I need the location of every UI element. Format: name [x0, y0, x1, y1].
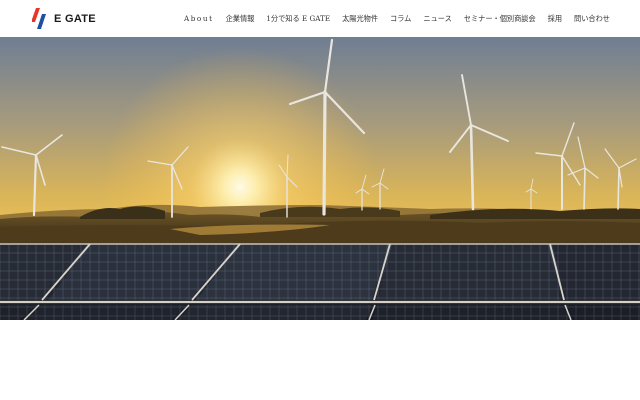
nav-about[interactable]: About — [184, 14, 214, 23]
logo-mark-icon — [32, 8, 46, 29]
nav-solar-properties[interactable]: 太陽光物件 — [342, 14, 378, 24]
content-area — [0, 320, 640, 400]
site-header: E GATE About 企業情報 1分で知る E GATE 太陽光物件 コラム… — [0, 0, 640, 37]
nav-egate-in-1-minute[interactable]: 1分で知る E GATE — [266, 14, 330, 24]
hero-image — [0, 37, 640, 320]
hero-scene — [0, 37, 640, 320]
nav-news[interactable]: ニュース — [423, 14, 451, 24]
logo-text: E GATE — [54, 13, 96, 25]
solar-panels — [0, 243, 640, 320]
nav-column[interactable]: コラム — [390, 14, 411, 24]
logo[interactable]: E GATE — [32, 8, 102, 30]
nav-contact[interactable]: 問い合わせ — [574, 14, 610, 24]
nav-company-info[interactable]: 企業情報 — [226, 14, 255, 24]
nav-seminar[interactable]: セミナー・個別商談会 — [464, 14, 536, 24]
main-nav: About 企業情報 1分で知る E GATE 太陽光物件 コラム ニュース セ… — [184, 0, 610, 37]
nav-recruit[interactable]: 採用 — [548, 14, 562, 24]
